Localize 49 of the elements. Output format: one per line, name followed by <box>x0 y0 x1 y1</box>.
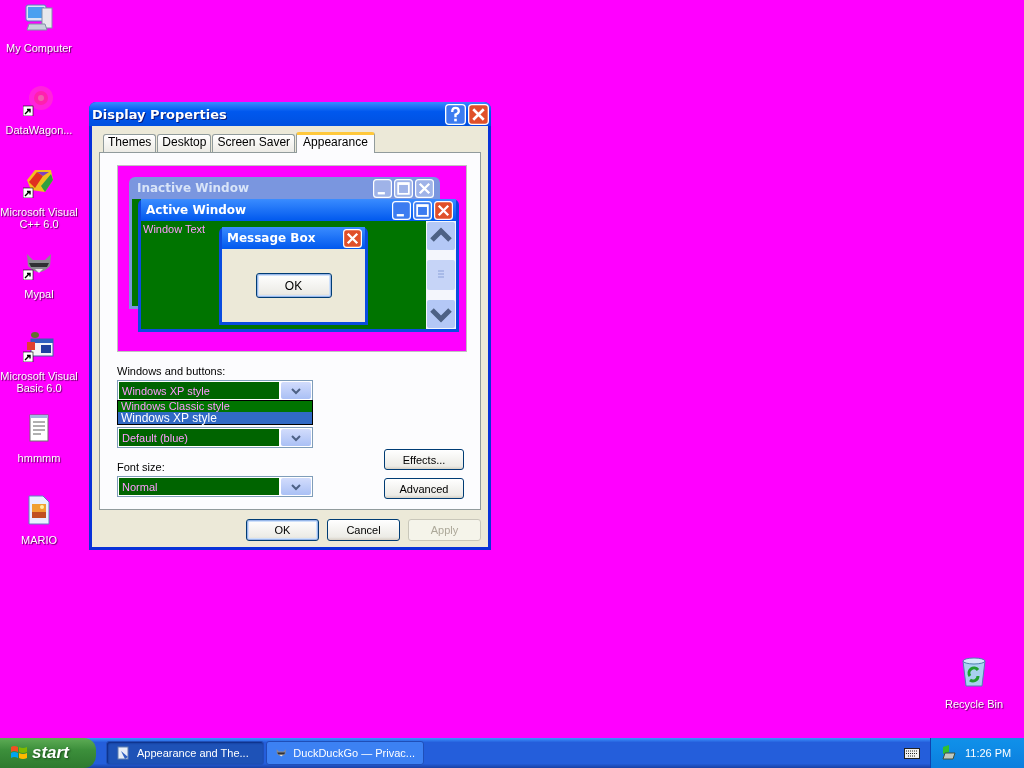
window-title: Display Properties <box>92 106 228 122</box>
minimize-icon <box>373 178 392 198</box>
window-title: Message Box <box>227 231 317 245</box>
scroll-down-icon <box>426 299 456 329</box>
tab[interactable]: Themes <box>103 134 157 152</box>
computer-icon[interactable] <box>23 2 55 34</box>
icon-label[interactable]: My Computer <box>6 42 72 54</box>
swirl-icon[interactable] <box>23 84 55 116</box>
start-button[interactable]: start <box>0 738 96 768</box>
icon-label[interactable]: MARIO <box>20 534 58 546</box>
tab[interactable]: Desktop <box>157 134 212 152</box>
flag-icon <box>10 744 28 762</box>
dropdown[interactable]: Default (blue) <box>117 427 313 448</box>
icon-label[interactable]: Recycle Bin <box>944 698 1004 710</box>
help-icon[interactable] <box>445 103 466 125</box>
tab[interactable]: Screen Saver <box>212 134 296 152</box>
dialog-button[interactable]: Effects... <box>384 449 464 470</box>
clock[interactable]: 11:26 PM <box>965 747 1012 759</box>
close-icon <box>343 228 362 248</box>
taskbar-button[interactable]: DuckDuckGo — Privac... <box>266 741 424 765</box>
dropdown-option[interactable]: Windows Classic style <box>118 401 312 412</box>
tab[interactable]: Appearance <box>296 132 375 153</box>
icon-label[interactable]: Microsoft Visual C++ 6.0 <box>0 206 78 230</box>
scroll-up-icon <box>426 221 456 251</box>
window-text: Window Text <box>143 223 206 235</box>
network-icon[interactable] <box>941 745 957 761</box>
dropdown-option[interactable]: Windows XP style <box>118 412 312 424</box>
icon-label[interactable]: hmmmm <box>17 452 61 464</box>
taskbar-button[interactable]: Appearance and The... <box>106 741 264 765</box>
minimize-icon <box>392 200 411 220</box>
close-icon <box>415 178 434 198</box>
dialog-button[interactable]: Cancel <box>327 519 400 541</box>
icon-label[interactable]: DataWagon... <box>5 124 73 136</box>
scroll-thumb-icon <box>426 260 456 290</box>
field-label: Font size: <box>117 461 166 473</box>
control-panel-icon <box>115 745 131 761</box>
dropdown[interactable]: Normal <box>117 476 313 497</box>
window-stack-icon[interactable] <box>23 330 55 362</box>
close-icon[interactable] <box>468 103 489 125</box>
field-label: Windows and buttons: <box>117 365 227 377</box>
keyboard-icon[interactable] <box>904 745 920 759</box>
dialog-button[interactable]: Advanced <box>384 478 464 499</box>
icon-label[interactable]: Microsoft Visual Basic 6.0 <box>0 370 78 394</box>
window-title: Inactive Window <box>137 181 251 195</box>
dialog-button[interactable]: OK <box>246 519 319 541</box>
sample-button[interactable]: OK <box>255 273 332 298</box>
maximize-icon <box>394 178 413 198</box>
icon-label[interactable]: Mypal <box>24 288 54 300</box>
window-title: Active Window <box>146 203 248 217</box>
